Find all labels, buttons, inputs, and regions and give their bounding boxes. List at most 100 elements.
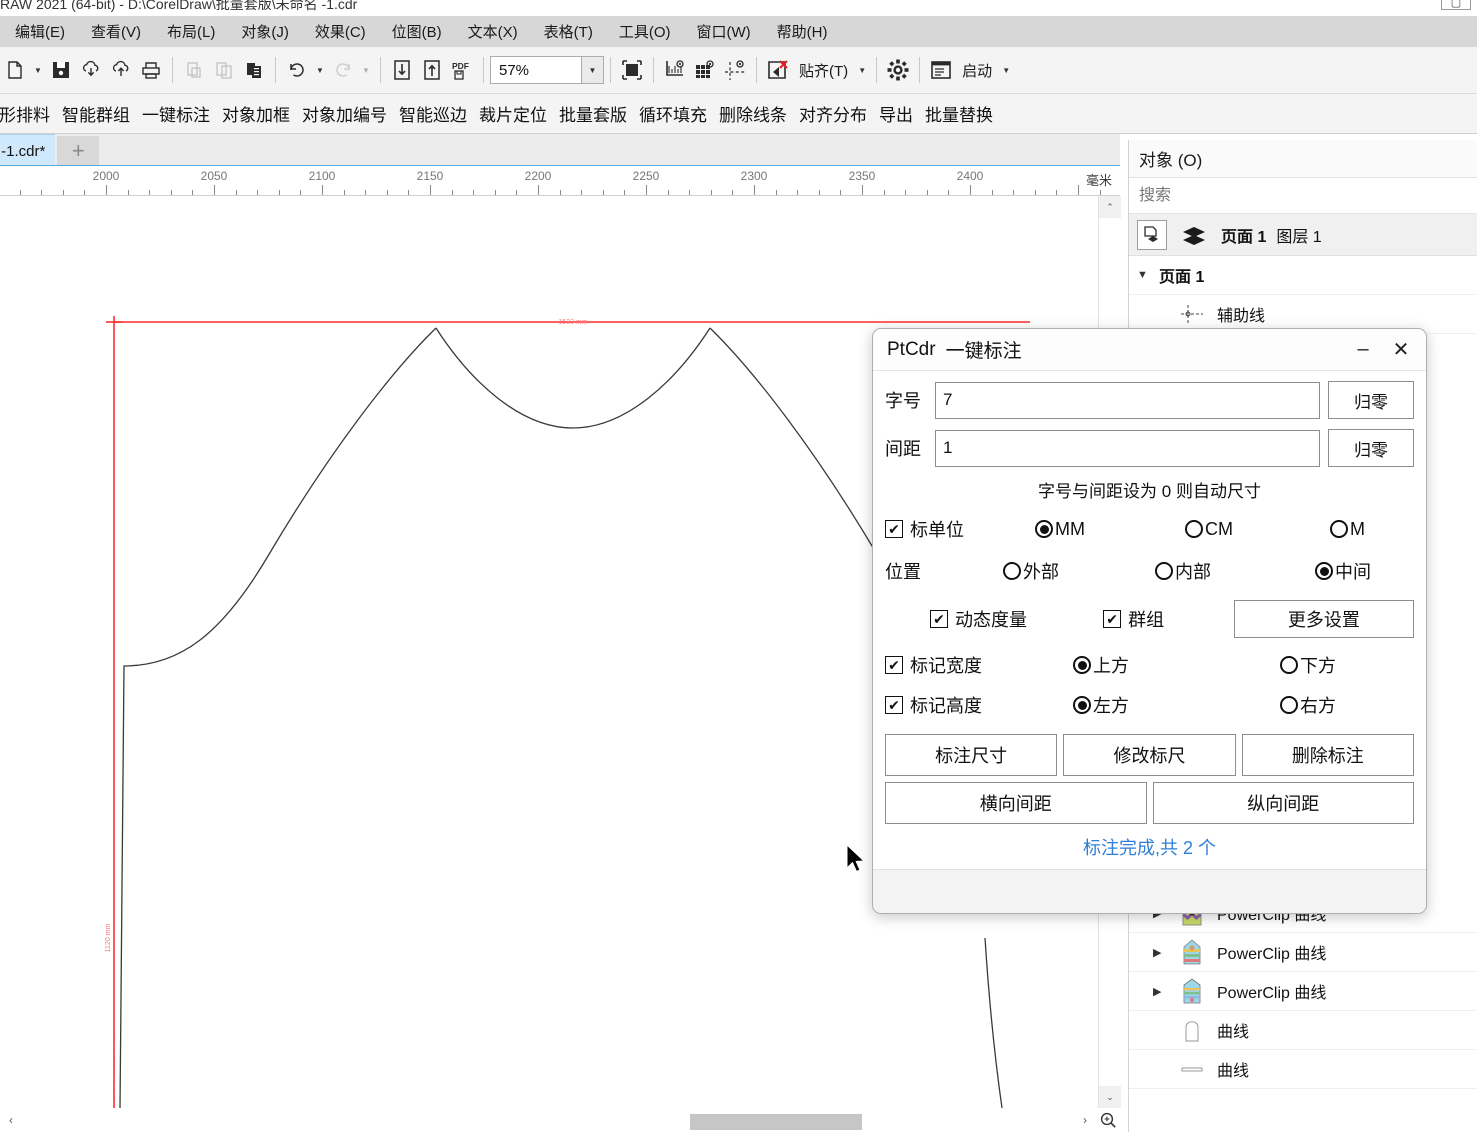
copy-icon[interactable] [209, 53, 239, 87]
hscroll-track[interactable] [22, 1112, 1074, 1130]
snap-dropdown-icon[interactable]: ▼ [854, 53, 870, 87]
zoom-level-input[interactable]: 57% [490, 56, 582, 84]
dynamic-measure-checkbox[interactable]: ✔ 动态度量 [930, 606, 1103, 632]
undo-dropdown-icon[interactable]: ▼ [312, 53, 328, 87]
plug-zhineng-qunzu[interactable]: 智能群组 [56, 101, 136, 126]
expand-triangle-icon[interactable]: ▶ [1153, 946, 1167, 959]
redo-icon[interactable] [328, 53, 358, 87]
menu-layout[interactable]: 布局(L) [154, 17, 228, 46]
plug-xunhuan-tianchong[interactable]: 循环填充 [633, 101, 713, 126]
tree-row-powerclip-2[interactable]: ▶ PowerClip 曲线 [1129, 933, 1477, 972]
position-radio-outer[interactable]: 外部 [1003, 558, 1155, 584]
scroll-left-button[interactable]: ‹ [0, 1109, 22, 1131]
horizontal-spacing-button[interactable]: 横向间距 [885, 782, 1147, 824]
menu-effects[interactable]: 效果(C) [302, 17, 379, 46]
hscroll-thumb[interactable] [690, 1114, 862, 1130]
scroll-right-button[interactable]: › [1074, 1109, 1096, 1131]
mark-width-radio-above[interactable]: 上方 [1073, 652, 1280, 678]
launch-dropdown-icon[interactable]: ▼ [998, 53, 1014, 87]
plug-shanchu-xiantiao[interactable]: 删除线条 [713, 101, 793, 126]
menu-help[interactable]: 帮助(H) [764, 17, 841, 46]
launch-app-icon[interactable] [926, 53, 956, 87]
save-icon[interactable] [46, 53, 76, 87]
export-cloud-icon[interactable] [106, 53, 136, 87]
plug-caipian-dingwei[interactable]: 裁片定位 [473, 101, 553, 126]
export-icon[interactable] [417, 53, 447, 87]
plug-yixing-pailiao[interactable]: 异形排料 [0, 101, 56, 126]
mark-width-radio-below[interactable]: 下方 [1280, 652, 1336, 678]
full-screen-preview-icon[interactable] [617, 53, 647, 87]
annotate-dimension-button[interactable]: 标注尺寸 [885, 734, 1058, 776]
mark-height-radio-left[interactable]: 左方 [1073, 692, 1280, 718]
menu-tools[interactable]: 工具(O) [606, 17, 684, 46]
import-icon[interactable] [387, 53, 417, 87]
menu-table[interactable]: 表格(T) [531, 17, 606, 46]
font-size-input[interactable] [935, 381, 1320, 419]
snap-label[interactable]: 贴齐(T) [793, 60, 854, 81]
scroll-down-button[interactable]: ⌄ [1099, 1086, 1121, 1108]
more-settings-button[interactable]: 更多设置 [1233, 600, 1414, 638]
expand-triangle-icon[interactable]: ▶ [1153, 985, 1167, 998]
mark-height-checkbox[interactable]: ✔ 标记高度 [885, 692, 1073, 718]
plug-zhineng-xunbian[interactable]: 智能巡边 [393, 101, 473, 126]
view-grid-icon[interactable] [690, 53, 720, 87]
tree-row-page-1[interactable]: ▼ 页面 1 [1129, 256, 1477, 295]
position-radio-inner[interactable]: 内部 [1155, 558, 1315, 584]
menu-bitmap[interactable]: 位图(B) [379, 17, 455, 46]
menu-view[interactable]: 查看(V) [78, 17, 154, 46]
unit-radio-m[interactable]: M [1330, 519, 1365, 540]
launch-label[interactable]: 启动 [956, 60, 998, 81]
zoom-to-fit-icon[interactable] [1096, 1109, 1120, 1131]
yijian-biaozhu-dialog[interactable]: PtCdr 一键标注 – ✕ 字号 归零 间距 归零 字号与间距设为 0 则自动… [872, 328, 1427, 914]
unit-radio-mm[interactable]: MM [1035, 519, 1185, 540]
position-radio-middle[interactable]: 中间 [1315, 558, 1371, 584]
plug-daochu[interactable]: 导出 [873, 101, 919, 126]
window-maximize-button[interactable]: ▢ [1441, 0, 1471, 10]
plug-yijian-biaozhu[interactable]: 一键标注 [136, 101, 216, 126]
publish-pdf-icon[interactable]: PDF [447, 53, 477, 87]
tree-row-curve-2[interactable]: ▶ 曲线 [1129, 1050, 1477, 1089]
menu-edit[interactable]: 编辑(E) [2, 17, 78, 46]
view-guides-icon[interactable] [720, 53, 750, 87]
docker-page-row[interactable]: 页面 1 图层 1 [1129, 214, 1477, 256]
snap-off-icon[interactable] [763, 53, 793, 87]
view-rulers-icon[interactable] [660, 53, 690, 87]
menu-object[interactable]: 对象(J) [228, 17, 302, 46]
plug-piliang-tihuan[interactable]: 批量替换 [919, 101, 999, 126]
horizontal-ruler[interactable]: 2000 2050 2100 2150 2200 2250 2300 2350 … [0, 166, 1120, 196]
redo-dropdown-icon[interactable]: ▼ [358, 53, 374, 87]
mark-width-checkbox[interactable]: ✔ 标记宽度 [885, 652, 1073, 678]
undo-icon[interactable] [282, 53, 312, 87]
modify-ruler-button[interactable]: 修改标尺 [1063, 734, 1236, 776]
font-size-reset-button[interactable]: 归零 [1328, 381, 1414, 419]
add-document-tab-button[interactable]: + [57, 136, 100, 165]
scroll-up-button[interactable]: ⌃ [1099, 196, 1121, 218]
search-input[interactable] [1129, 178, 1477, 213]
paste-icon[interactable] [239, 53, 269, 87]
plug-duixiang-jiakuang[interactable]: 对象加框 [216, 101, 296, 126]
dialog-titlebar[interactable]: PtCdr 一键标注 – ✕ [873, 329, 1426, 371]
spacing-reset-button[interactable]: 归零 [1328, 429, 1414, 467]
group-checkbox[interactable]: ✔ 群组 [1103, 606, 1234, 632]
new-document-dropdown-icon[interactable]: ▼ [30, 53, 46, 87]
unit-radio-cm[interactable]: CM [1185, 519, 1330, 540]
dialog-close-button[interactable]: ✕ [1382, 333, 1420, 367]
menu-text[interactable]: 文本(X) [455, 17, 531, 46]
spacing-input[interactable] [935, 429, 1320, 467]
dialog-minimize-button[interactable]: – [1344, 333, 1382, 367]
import-cloud-icon[interactable] [76, 53, 106, 87]
tree-row-curve-1[interactable]: ▶ 曲线 [1129, 1011, 1477, 1050]
vertical-spacing-button[interactable]: 纵向间距 [1152, 782, 1414, 824]
mark-height-radio-right[interactable]: 右方 [1280, 692, 1336, 718]
zoom-level-dropdown-icon[interactable]: ▼ [582, 56, 604, 84]
plug-duiqi-fenbu[interactable]: 对齐分布 [793, 101, 873, 126]
plug-piliang-taoban[interactable]: 批量套版 [553, 101, 633, 126]
canvas-horizontal-scrollbar[interactable]: ‹ › [0, 1108, 1120, 1132]
new-document-icon[interactable] [0, 53, 30, 87]
delete-annotation-button[interactable]: 删除标注 [1241, 734, 1414, 776]
menu-window[interactable]: 窗口(W) [684, 17, 764, 46]
page-object-manager-icon[interactable] [1137, 219, 1167, 250]
plug-duixiang-jiabianhao[interactable]: 对象加编号 [296, 101, 393, 126]
document-tab[interactable]: 名 -1.cdr* [0, 134, 56, 165]
print-icon[interactable] [136, 53, 166, 87]
